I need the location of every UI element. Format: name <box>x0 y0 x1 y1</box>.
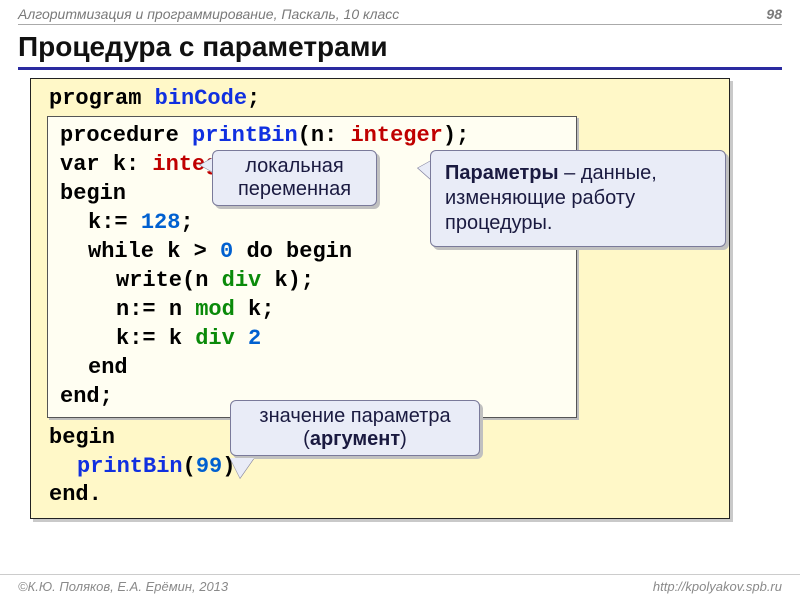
proc-name: printBin <box>192 123 298 148</box>
header-left: Алгоритмизация и программирование, Паска… <box>18 6 399 22</box>
callout-local-variable: локальная переменная <box>212 150 377 206</box>
program-name: binCode <box>155 86 247 111</box>
callout-pointer-icon <box>230 458 254 478</box>
slide-footer: ©К.Ю. Поляков, Е.А. Ерёмин, 2013 http://… <box>0 574 800 594</box>
title-underline <box>18 67 782 70</box>
code-line: printBin(99) <box>49 453 719 482</box>
keyword-program: program <box>49 86 141 111</box>
footer-left: ©К.Ю. Поляков, Е.А. Ерёмин, 2013 <box>18 579 228 594</box>
code-line: procedure printBin(n: integer); <box>60 121 566 150</box>
code-line: program binCode; <box>49 85 719 114</box>
slide-title: Процедура с параметрами <box>0 25 800 67</box>
code-line: n:= n mod k; <box>60 295 566 324</box>
footer-right: http://kpolyakov.spb.ru <box>653 579 782 594</box>
slide-header: Алгоритмизация и программирование, Паска… <box>0 0 800 24</box>
callout-argument: значение параметра (аргумент) <box>230 400 480 456</box>
code-line: end <box>60 353 566 382</box>
code-line: write(n div k); <box>60 266 566 295</box>
code-line: k:= k div 2 <box>60 324 566 353</box>
callout-parameters: Параметры – данные, изменяющие работу пр… <box>430 150 726 247</box>
page-number: 98 <box>766 6 782 22</box>
code-line: end. <box>49 481 719 510</box>
